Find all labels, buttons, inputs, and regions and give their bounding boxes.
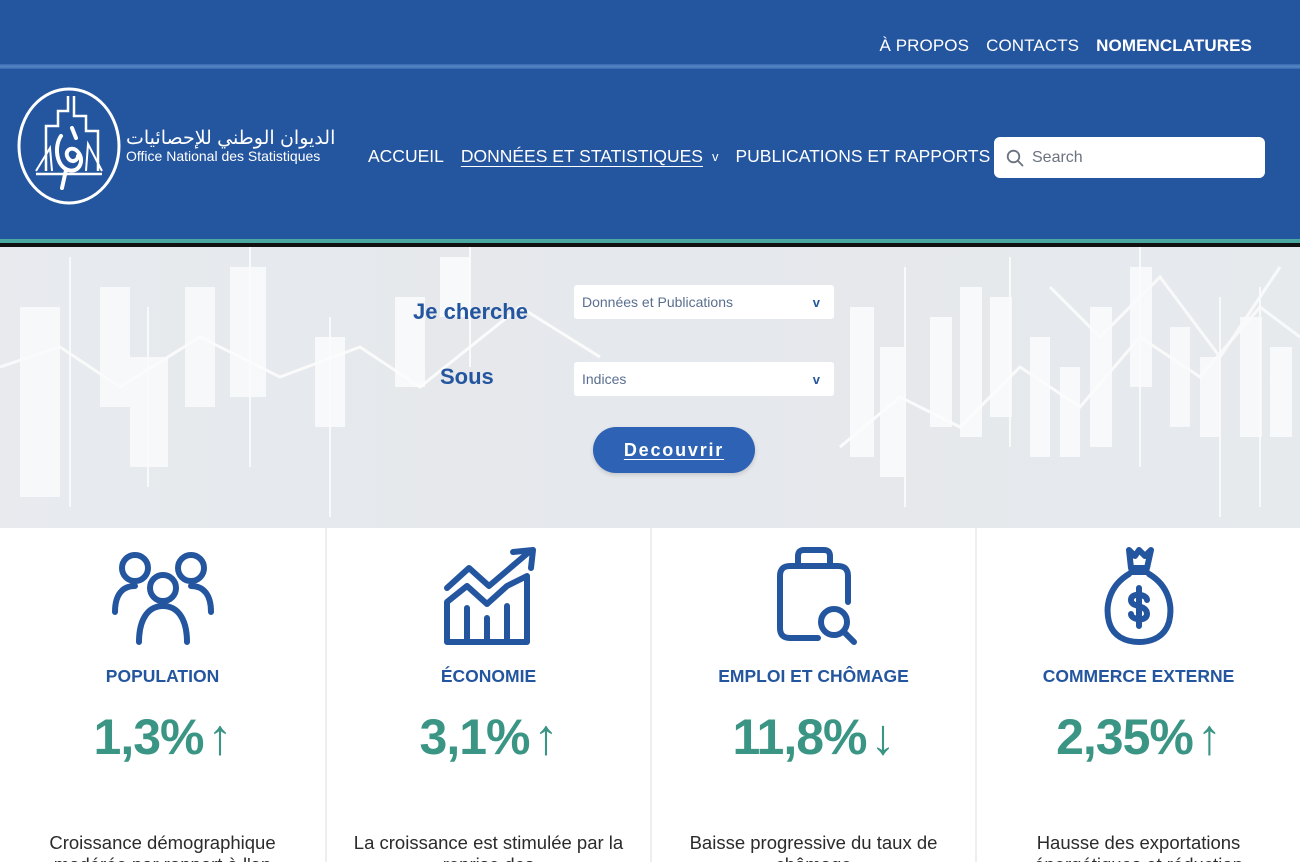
money-bag-icon <box>1104 547 1173 645</box>
logo-text: الديوان الوطني للإحصائيات Office Nationa… <box>126 127 336 164</box>
logo-french-name: Office National des Statistiques <box>126 147 321 164</box>
category-select[interactable]: Données et Publications v <box>574 285 834 319</box>
stat-value: 3,1%↑ <box>419 709 559 765</box>
stat-description: La croissance est stimulée par la repris… <box>353 832 624 862</box>
site-header: À PROPOS CONTACTS NOMENCLATURES الديوان … <box>0 0 1300 243</box>
discover-button[interactable]: Decouvrir <box>593 427 755 473</box>
stat-value: 11,8%↓ <box>732 709 896 765</box>
main-nav: ACCUEIL DONNÉES ET STATISTIQUES v PUBLIC… <box>368 146 1007 167</box>
stat-title: COMMERCE EXTERNE <box>1042 666 1235 686</box>
search-input[interactable] <box>1032 148 1252 167</box>
nav-home[interactable]: ACCUEIL <box>368 146 444 167</box>
arrow-up-icon: ↑ <box>533 709 558 765</box>
arrow-down-icon: ↓ <box>870 709 896 765</box>
under-label: Sous <box>440 364 494 389</box>
stat-title: ÉCONOMIE <box>440 666 537 686</box>
stat-value: 1,3%↑ <box>93 709 233 765</box>
nomenclatures-link[interactable]: NOMENCLATURES <box>1096 36 1252 56</box>
category-select-value: Données et Publications <box>582 294 733 310</box>
stat-card-employment[interactable]: EMPLOI ET CHÔMAGE 11,8%↓ Baisse progress… <box>650 528 975 862</box>
site-logo[interactable]: الديوان الوطني للإحصائيات Office Nationa… <box>16 86 335 206</box>
stat-description: Hausse des exportations énergétiques et … <box>1034 832 1243 862</box>
job-search-icon <box>776 547 857 645</box>
stat-title: EMPLOI ET CHÔMAGE <box>718 666 909 686</box>
search-box <box>994 137 1265 178</box>
search-icon[interactable] <box>1006 149 1024 167</box>
subcategory-select-value: Indices <box>582 371 627 387</box>
about-link[interactable]: À PROPOS <box>879 36 969 56</box>
nav-data-statistics[interactable]: DONNÉES ET STATISTIQUES <box>461 146 703 167</box>
stat-card-trade[interactable]: COMMERCE EXTERNE 2,35%↑ Hausse des expor… <box>975 528 1300 862</box>
chevron-down-icon: v <box>812 294 820 310</box>
people-icon <box>111 552 214 645</box>
arrow-up-icon: ↑ <box>1196 709 1222 765</box>
stat-value: 2,35%↑ <box>1056 709 1222 765</box>
contacts-link[interactable]: CONTACTS <box>986 36 1079 56</box>
stat-description: Croissance démographique modérée par rap… <box>49 832 276 862</box>
header-divider <box>0 64 1300 69</box>
top-nav: À PROPOS CONTACTS NOMENCLATURES <box>879 36 1252 56</box>
stat-description: Baisse progressive du taux de chômage <box>689 832 938 862</box>
stat-card-economy[interactable]: ÉCONOMIE 3,1%↑ La croissance est stimulé… <box>325 528 650 862</box>
subcategory-select[interactable]: Indices v <box>574 362 834 396</box>
stat-card-population[interactable]: POPULATION 1,3%↑ Croissance démographiqu… <box>0 528 325 862</box>
growth-chart-icon <box>443 547 536 645</box>
search-label: Je cherche <box>413 299 528 324</box>
arrow-up-icon: ↑ <box>207 709 232 765</box>
ons-logo-icon <box>17 87 121 205</box>
nav-publications[interactable]: PUBLICATIONS ET RAPPORTS <box>735 146 990 167</box>
chevron-down-icon: v <box>812 371 820 387</box>
stats-section: POPULATION 1,3%↑ Croissance démographiqu… <box>0 528 1300 862</box>
stat-title: POPULATION <box>105 666 220 686</box>
logo-arabic-name: الديوان الوطني للإحصائيات <box>126 127 336 149</box>
chevron-down-icon[interactable]: v <box>712 149 719 164</box>
